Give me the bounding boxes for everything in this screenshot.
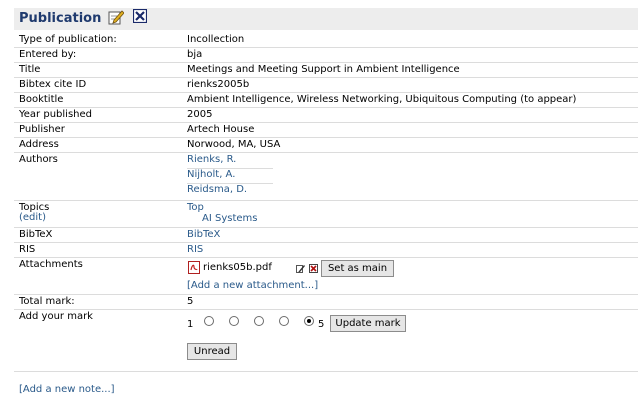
booktitle-value: Ambient Intelligence, Wireless Networkin… bbox=[187, 94, 577, 105]
attachment-filename[interactable]: rienks05b.pdf bbox=[203, 262, 272, 273]
author-link[interactable]: Nijholt, A. bbox=[187, 168, 273, 184]
row-entered-by: Entered by: bja bbox=[14, 47, 638, 63]
section-title: Publication bbox=[19, 11, 102, 26]
type-label: Type of publication: bbox=[19, 34, 117, 45]
add-note-link[interactable]: [Add a new note...] bbox=[19, 384, 115, 395]
authors-label: Authors bbox=[19, 154, 58, 165]
title-value: Meetings and Meeting Support in Ambient … bbox=[187, 64, 460, 75]
mark-radio-3[interactable] bbox=[254, 316, 264, 326]
row-authors: Authors Rienks, R. Nijholt, A. Reidsma, … bbox=[14, 152, 638, 201]
topic-ai-systems-link[interactable]: AI Systems bbox=[202, 213, 257, 224]
total-mark-value: 5 bbox=[187, 296, 194, 307]
delete-attachment-icon[interactable] bbox=[309, 264, 318, 273]
row-attachments: Attachments rienks05b.pdf Set as main [A… bbox=[14, 257, 638, 295]
row-publisher: Publisher Artech House bbox=[14, 122, 638, 138]
total-mark-label: Total mark: bbox=[19, 296, 75, 307]
mark-radio-1[interactable] bbox=[204, 316, 214, 326]
publisher-value: Artech House bbox=[187, 124, 255, 135]
publication-header: Publication bbox=[14, 8, 638, 30]
row-year: Year published 2005 bbox=[14, 107, 638, 123]
bibtex-label: BibTeX bbox=[19, 229, 53, 240]
add-attachment-link[interactable]: [Add a new attachment...] bbox=[187, 280, 318, 291]
row-add-mark: Add your mark bbox=[14, 309, 638, 369]
year-value: 2005 bbox=[187, 109, 213, 120]
pdf-file-icon bbox=[188, 261, 200, 274]
edit-attachment-icon[interactable] bbox=[296, 264, 305, 273]
mark-radio-5[interactable] bbox=[304, 316, 314, 326]
topics-edit-link[interactable]: (edit) bbox=[19, 212, 46, 223]
edit-icon[interactable] bbox=[108, 9, 124, 25]
ris-label: RIS bbox=[19, 244, 36, 255]
update-mark-button[interactable]: Update mark bbox=[330, 315, 406, 332]
unread-button[interactable]: Unread bbox=[187, 343, 237, 360]
mark-max-label: 5 bbox=[318, 319, 325, 330]
row-booktitle: Booktitle Ambient Intelligence, Wireless… bbox=[14, 92, 638, 108]
delete-icon[interactable] bbox=[133, 9, 147, 23]
bibtex-id-value: rienks2005b bbox=[187, 79, 250, 90]
row-bibtex: BibTeX BibTeX bbox=[14, 227, 638, 243]
type-value: Incollection bbox=[187, 34, 245, 45]
row-total-mark: Total mark: 5 bbox=[14, 294, 638, 310]
add-mark-label: Add your mark bbox=[19, 311, 93, 322]
booktitle-label: Booktitle bbox=[19, 94, 64, 105]
publisher-label: Publisher bbox=[19, 124, 65, 135]
row-type: Type of publication: Incollection bbox=[14, 32, 638, 48]
topic-top-link[interactable]: Top bbox=[187, 202, 204, 213]
ris-link[interactable]: RIS bbox=[187, 244, 203, 255]
attachments-label: Attachments bbox=[19, 259, 83, 270]
author-link[interactable]: Rienks, R. bbox=[187, 153, 273, 169]
entered-by-value: bja bbox=[187, 49, 203, 60]
entered-by-label: Entered by: bbox=[19, 49, 77, 60]
row-address: Address Norwood, MA, USA bbox=[14, 137, 638, 153]
set-as-main-button[interactable]: Set as main bbox=[321, 260, 394, 277]
year-label: Year published bbox=[19, 109, 92, 120]
row-ris: RIS RIS bbox=[14, 242, 638, 258]
divider bbox=[14, 371, 638, 372]
title-label: Title bbox=[19, 64, 41, 75]
row-bibtex-id: Bibtex cite ID rienks2005b bbox=[14, 77, 638, 93]
author-link[interactable]: Reidsma, D. bbox=[187, 183, 273, 198]
mark-min-label: 1 bbox=[187, 319, 194, 330]
mark-radio-4[interactable] bbox=[279, 316, 289, 326]
row-topics: Topics (edit) Top AI Systems bbox=[14, 200, 638, 228]
bibtex-id-label: Bibtex cite ID bbox=[19, 79, 87, 90]
address-value: Norwood, MA, USA bbox=[187, 139, 281, 150]
address-label: Address bbox=[19, 139, 59, 150]
mark-radio-2[interactable] bbox=[229, 316, 239, 326]
bibtex-link[interactable]: BibTeX bbox=[187, 229, 220, 240]
row-title: Title Meetings and Meeting Support in Am… bbox=[14, 62, 638, 78]
